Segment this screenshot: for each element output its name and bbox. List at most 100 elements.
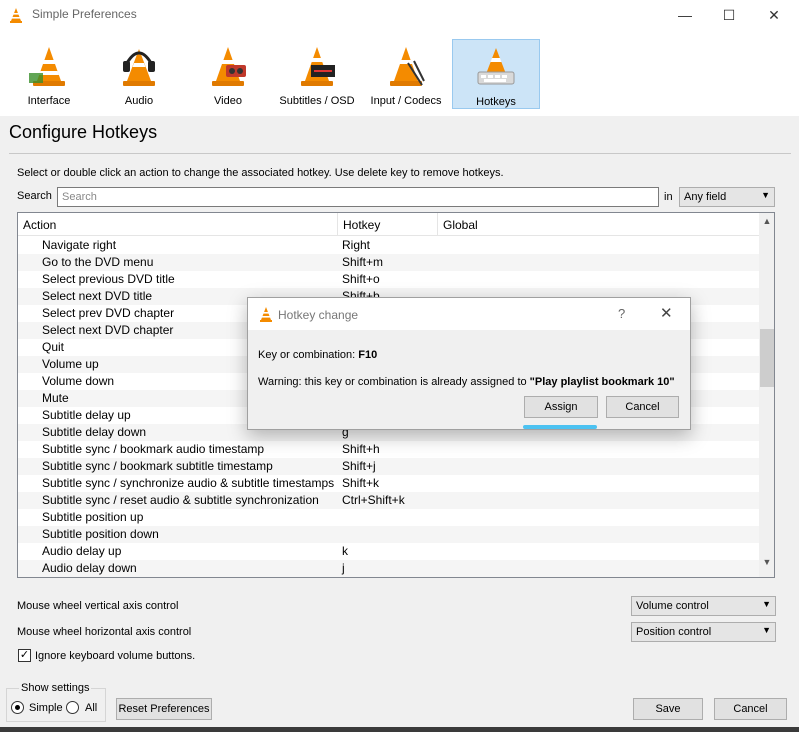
maximize-button[interactable]: ☐ bbox=[707, 0, 751, 30]
row-action: Audio delay down bbox=[42, 561, 137, 575]
key-combination-line: Key or combination: F10 bbox=[258, 349, 377, 361]
table-row[interactable]: Select previous DVD title Shift+o bbox=[18, 271, 759, 288]
table-row[interactable]: Go to the DVD menu Shift+m bbox=[18, 254, 759, 271]
row-action: Subtitle position down bbox=[42, 527, 159, 541]
chevron-down-icon: ▼ bbox=[761, 190, 770, 200]
row-action: Subtitle sync / bookmark subtitle timest… bbox=[42, 459, 273, 473]
window-title: Simple Preferences bbox=[32, 7, 137, 21]
warning-text: Warning: this key or combination is alre… bbox=[258, 376, 530, 388]
input-codecs-cone-icon bbox=[390, 47, 425, 86]
row-hotkey: k bbox=[342, 544, 348, 558]
tab-hotkeys-label: Hotkeys bbox=[476, 96, 516, 108]
table-row[interactable]: Audio delay up k bbox=[18, 543, 759, 560]
all-radio-label: All bbox=[85, 702, 98, 714]
tab-hotkeys[interactable]: Hotkeys bbox=[452, 39, 540, 109]
focus-indicator bbox=[523, 425, 597, 429]
tab-audio-label: Audio bbox=[124, 95, 154, 107]
tab-interface[interactable]: Interface bbox=[6, 39, 92, 109]
title-divider bbox=[9, 153, 791, 154]
horizontal-axis-value: Position control bbox=[636, 626, 712, 638]
row-hotkey: Ctrl+Shift+k bbox=[342, 493, 405, 507]
row-hotkey: j bbox=[342, 561, 345, 575]
table-row[interactable]: Subtitle sync / bookmark subtitle timest… bbox=[18, 458, 759, 475]
audio-headphones-cone-icon bbox=[123, 49, 155, 86]
ignore-volume-checkbox[interactable]: ✓ bbox=[18, 649, 31, 662]
chevron-down-icon: ▼ bbox=[762, 625, 771, 635]
table-row[interactable]: Audio delay down j bbox=[18, 560, 759, 577]
row-action: Subtitle sync / reset audio & subtitle s… bbox=[42, 493, 319, 507]
save-button[interactable]: Save bbox=[633, 698, 703, 720]
vertical-axis-select[interactable]: Volume control ▼ bbox=[631, 596, 776, 616]
close-button[interactable]: ✕ bbox=[752, 0, 796, 30]
vertical-axis-label: Mouse wheel vertical axis control bbox=[17, 600, 179, 612]
search-label: Search bbox=[17, 190, 52, 202]
cancel-button[interactable]: Cancel bbox=[714, 698, 787, 720]
scrollbar-thumb[interactable] bbox=[760, 328, 774, 387]
key-combination-value: F10 bbox=[358, 349, 378, 361]
row-action: Volume down bbox=[42, 374, 115, 388]
scroll-up-icon[interactable]: ▲ bbox=[759, 216, 774, 233]
vlc-cone-icon bbox=[260, 307, 272, 322]
search-in-label: in bbox=[664, 191, 673, 203]
dialog-close-icon[interactable]: ✕ bbox=[660, 304, 673, 322]
ignore-volume-label: Ignore keyboard volume buttons. bbox=[35, 650, 196, 662]
simple-radio[interactable] bbox=[11, 701, 24, 714]
search-field-select[interactable]: Any field ▼ bbox=[679, 187, 775, 207]
row-hotkey: Shift+h bbox=[342, 442, 380, 456]
tab-subtitles-osd[interactable]: Subtitles / OSD bbox=[274, 39, 360, 109]
row-action: Select prev DVD chapter bbox=[42, 306, 175, 320]
tab-input-codecs-label: Input / Codecs bbox=[370, 95, 442, 107]
table-row[interactable]: Navigate right Right bbox=[18, 237, 759, 254]
warning-line: Warning: this key or combination is alre… bbox=[258, 376, 675, 388]
row-hotkey: Right bbox=[342, 238, 371, 252]
row-action: Select next DVD chapter bbox=[42, 323, 174, 337]
dialog-cancel-button[interactable]: Cancel bbox=[606, 396, 679, 418]
dialog-titlebar: Hotkey change ? ✕ bbox=[248, 298, 690, 330]
row-action: Go to the DVD menu bbox=[42, 255, 154, 269]
row-hotkey: Shift+j bbox=[342, 459, 376, 473]
table-row[interactable]: Subtitle position down bbox=[18, 526, 759, 543]
row-hotkey: Shift+m bbox=[342, 255, 384, 269]
row-action: Subtitle position up bbox=[42, 510, 144, 524]
column-header-global[interactable]: Global bbox=[438, 213, 759, 236]
video-cone-icon bbox=[212, 47, 246, 86]
warning-target: "Play playlist bookmark 10" bbox=[529, 376, 675, 388]
table-row[interactable]: Subtitle sync / synchronize audio & subt… bbox=[18, 475, 759, 492]
table-scrollbar[interactable]: ▲ ▼ bbox=[759, 213, 774, 577]
all-radio[interactable] bbox=[66, 701, 79, 714]
assign-button[interactable]: Assign bbox=[524, 396, 598, 418]
table-row[interactable]: Subtitle position up bbox=[18, 509, 759, 526]
instructions-text: Select or double click an action to chan… bbox=[17, 167, 504, 179]
row-action: Navigate right bbox=[42, 238, 117, 252]
row-hotkey: Shift+o bbox=[342, 272, 380, 286]
tab-video[interactable]: Video bbox=[185, 39, 271, 109]
hotkeys-cone-icon bbox=[477, 48, 515, 85]
table-row[interactable]: Subtitle sync / reset audio & subtitle s… bbox=[18, 492, 759, 509]
row-action: Subtitle delay down bbox=[42, 425, 147, 439]
interface-cone-icon bbox=[29, 47, 65, 86]
search-input[interactable] bbox=[57, 187, 659, 207]
row-action: Select next DVD title bbox=[42, 289, 153, 303]
row-hotkey: Shift+k bbox=[342, 476, 380, 490]
window-titlebar: Simple Preferences — ☐ ✕ bbox=[0, 0, 799, 30]
row-action: Subtitle sync / synchronize audio & subt… bbox=[42, 476, 335, 490]
reset-preferences-button[interactable]: Reset Preferences bbox=[116, 698, 212, 720]
show-settings-label: Show settings bbox=[19, 682, 92, 694]
vertical-axis-value: Volume control bbox=[636, 600, 709, 612]
row-action: Mute bbox=[42, 391, 69, 405]
tab-input-codecs[interactable]: Input / Codecs bbox=[363, 39, 449, 109]
search-field-value: Any field bbox=[684, 191, 727, 203]
tab-audio[interactable]: Audio bbox=[96, 39, 182, 109]
row-action: Subtitle sync / bookmark audio timestamp bbox=[42, 442, 265, 456]
help-icon[interactable]: ? bbox=[618, 306, 625, 321]
dialog-title: Hotkey change bbox=[278, 308, 359, 322]
row-action: Subtitle delay up bbox=[42, 408, 131, 422]
column-header-action[interactable]: Action bbox=[18, 213, 338, 236]
category-toolbar: Interface Audio Video Subtitles / OSD In… bbox=[0, 30, 799, 116]
horizontal-axis-select[interactable]: Position control ▼ bbox=[631, 622, 776, 642]
taskbar-strip bbox=[0, 727, 799, 732]
scroll-down-icon[interactable]: ▼ bbox=[759, 557, 774, 574]
column-header-hotkey[interactable]: Hotkey bbox=[338, 213, 438, 236]
minimize-button[interactable]: — bbox=[663, 0, 707, 30]
table-row[interactable]: Subtitle sync / bookmark audio timestamp… bbox=[18, 441, 759, 458]
